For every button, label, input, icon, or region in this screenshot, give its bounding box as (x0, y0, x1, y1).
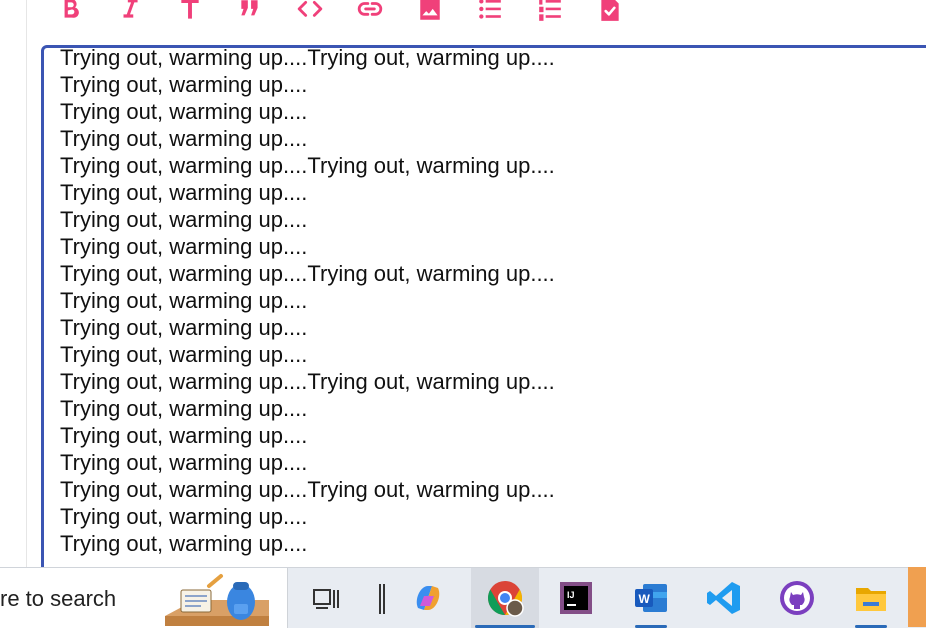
numbered-list-button[interactable] (532, 0, 568, 24)
editor-line: Trying out, warming up.... (60, 72, 308, 97)
github-desktop-icon (780, 581, 814, 615)
editor-line: Trying out, warming up.... (60, 288, 308, 313)
image-button[interactable] (412, 0, 448, 24)
left-rail (0, 0, 27, 567)
task-list-icon (601, 0, 619, 21)
taskbar-copilot[interactable] (398, 568, 458, 628)
file-explorer-icon (856, 588, 886, 611)
widgets-divider-icon (379, 584, 385, 614)
taskbar-github-desktop[interactable] (767, 568, 827, 628)
vscode-icon (707, 582, 740, 614)
link-button[interactable] (352, 0, 388, 24)
editor-content[interactable]: Trying out, warming up....Trying out, wa… (60, 45, 920, 557)
editor-line: Trying out, warming up.... (60, 315, 308, 340)
editor-line: Trying out, warming up.... (60, 396, 308, 421)
code-icon (297, 1, 323, 17)
editor-line: Trying out, warming up.... (60, 180, 308, 205)
task-view-icon (313, 589, 339, 609)
taskbar-overflow-app[interactable] (908, 567, 926, 627)
bold-button[interactable] (52, 0, 88, 24)
taskbar: re to search IJ W (0, 567, 926, 628)
formatting-toolbar (52, 0, 652, 34)
editor-line: Trying out, warming up....Trying out, wa… (60, 477, 555, 502)
taskbar-intellij[interactable]: IJ (546, 568, 606, 628)
quote-icon (241, 0, 258, 16)
taskbar-vscode[interactable] (694, 568, 754, 628)
editor-line: Trying out, warming up.... (60, 450, 308, 475)
bold-icon (64, 0, 79, 18)
editor-line: Trying out, warming up.... (60, 207, 308, 232)
editor-line: Trying out, warming up....Trying out, wa… (60, 261, 555, 286)
search-placeholder: re to search (0, 586, 117, 611)
editor-line: Trying out, warming up.... (60, 234, 308, 259)
quote-button[interactable] (232, 0, 268, 24)
svg-text:IJ: IJ (567, 590, 575, 600)
heading-button[interactable] (172, 0, 208, 24)
word-icon: W (635, 584, 667, 612)
taskbar-widgets[interactable] (344, 568, 404, 628)
svg-text:W: W (639, 592, 651, 606)
editor-line: Trying out, warming up.... (60, 504, 308, 529)
editor-line: Trying out, warming up.... (60, 342, 308, 367)
code-button[interactable] (292, 0, 328, 24)
link-icon (357, 2, 383, 16)
bullet-list-button[interactable] (472, 0, 508, 24)
numbered-list-icon (539, 0, 561, 21)
bullet-list-icon (479, 0, 501, 19)
heading-icon (181, 0, 199, 19)
italic-icon (123, 0, 138, 18)
taskbar-chrome[interactable] (471, 568, 539, 628)
editor-line: Trying out, warming up.... (60, 531, 308, 556)
intellij-icon: IJ (560, 582, 592, 614)
chrome-icon (488, 581, 524, 617)
editor-line: Trying out, warming up.... (60, 423, 308, 448)
editor-line: Trying out, warming up.... (60, 126, 308, 151)
image-icon (420, 0, 440, 20)
markdown-editor[interactable]: Trying out, warming up....Trying out, wa… (41, 45, 926, 585)
editor-line: Trying out, warming up....Trying out, wa… (60, 369, 555, 394)
search-highlight-illustration-icon (165, 574, 269, 626)
italic-button[interactable] (112, 0, 148, 24)
editor-line: Trying out, warming up....Trying out, wa… (60, 153, 555, 178)
taskbar-word[interactable]: W (621, 568, 681, 628)
editor-line: Trying out, warming up.... (60, 99, 308, 124)
editor-line: Trying out, warming up....Trying out, wa… (60, 45, 555, 70)
taskbar-file-explorer[interactable] (841, 568, 901, 628)
copilot-icon (416, 586, 440, 610)
task-list-button[interactable] (592, 0, 628, 24)
taskbar-search-box[interactable]: re to search (0, 568, 288, 628)
